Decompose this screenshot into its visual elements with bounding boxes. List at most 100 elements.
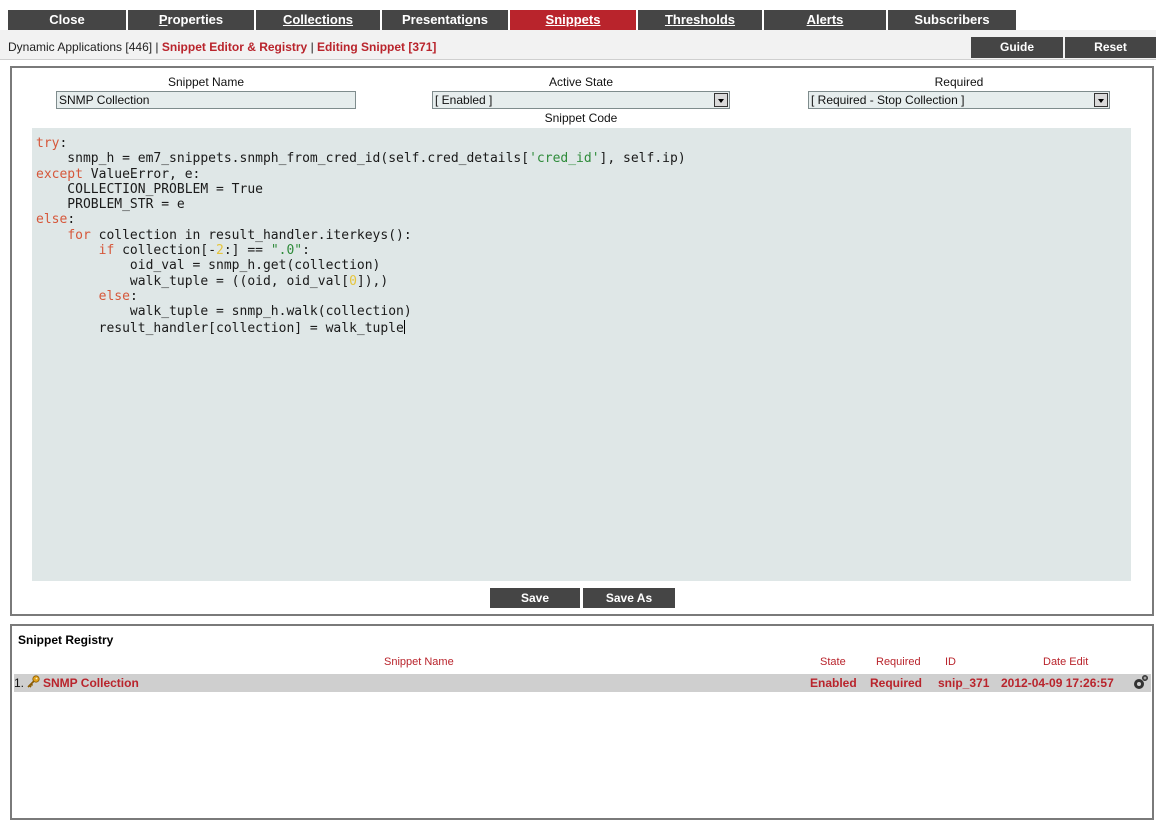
registry-title: Snippet Registry	[18, 633, 114, 647]
code-token: :] ==	[223, 243, 271, 259]
dropdown-arrow-icon[interactable]	[714, 93, 728, 107]
code-line: else:	[36, 212, 1127, 227]
breadcrumb: Dynamic Applications [446] | Snippet Edi…	[8, 40, 436, 54]
snippet-registry-panel: Snippet Registry Snippet Name State Requ…	[10, 624, 1154, 820]
code-token: oid_val = snmp_h.get(collection)	[36, 258, 381, 274]
code-token: :	[67, 212, 76, 228]
code-token: ValueError, e:	[82, 166, 201, 182]
save-as-button[interactable]: Save As	[583, 588, 675, 608]
column-header-date-edit[interactable]: Date Edit	[1043, 656, 1088, 668]
code-line: except ValueError, e:	[36, 167, 1127, 182]
required-label: Required	[934, 75, 984, 89]
row-required: Required	[870, 676, 923, 690]
tab-collections[interactable]: Collections	[256, 10, 382, 30]
snippet-name-label: Snippet Name	[167, 75, 245, 89]
tab-label: ns	[472, 12, 488, 27]
required-select[interactable]: [ Required - Stop Collection ]	[808, 91, 1110, 109]
code-token: 2	[216, 243, 224, 259]
tab-close[interactable]: Close	[8, 10, 128, 30]
code-line: snmp_h = em7_snippets.snmph_from_cred_id…	[36, 151, 1127, 166]
key-icon[interactable]	[26, 675, 40, 689]
tab-label: ollections	[292, 12, 354, 27]
code-line: if collection[-2:] == ".0":	[36, 243, 1127, 258]
tab-label: Presentati	[402, 12, 465, 27]
active-state-label: Active State	[548, 75, 614, 89]
row-index: 1.	[14, 676, 25, 690]
column-header-required[interactable]: Required	[876, 656, 921, 668]
code-token: for	[67, 227, 91, 243]
row-state: Enabled	[810, 676, 857, 690]
code-line: walk_tuple = snmp_h.walk(collection)	[36, 304, 1127, 319]
code-token: :	[129, 288, 138, 304]
code-token: try	[36, 136, 60, 151]
tab-label: roperties	[167, 12, 224, 27]
row-date-edit: 2012-04-09 17:26:57	[1001, 676, 1114, 690]
dropdown-arrow-icon[interactable]	[1094, 93, 1108, 107]
snippet-name-input[interactable]	[56, 91, 356, 109]
snippet-name-link[interactable]: SNMP Collection	[43, 676, 139, 690]
tab-presentations[interactable]: Presentations	[382, 10, 510, 30]
snippet-code-editor[interactable]: try: snmp_h = em7_snippets.snmph_from_cr…	[32, 128, 1131, 581]
tab-label: Close	[49, 12, 85, 27]
tab-alerts[interactable]: Alerts	[764, 10, 888, 30]
guide-button[interactable]: Guide	[971, 37, 1063, 58]
code-line: for collection in result_handler.iterkey…	[36, 228, 1127, 243]
column-header-snippet-name[interactable]: Snippet Name	[384, 656, 454, 668]
code-token: PROBLEM_STR = e	[36, 197, 185, 213]
code-line: oid_val = snmp_h.get(collection)	[36, 258, 1127, 273]
code-token: 'cred_id'	[529, 151, 600, 167]
breadcrumb-section[interactable]: Snippet Editor & Registry	[162, 40, 307, 54]
tab-accel: P	[158, 12, 168, 27]
active-state-select[interactable]: [ Enabled ]	[432, 91, 730, 109]
save-button[interactable]: Save	[490, 588, 580, 608]
code-line: walk_tuple = ((oid, oid_val[0]),)	[36, 274, 1127, 289]
gear-icon[interactable]	[1131, 674, 1149, 692]
code-token: walk_tuple = snmp_h.walk(collection)	[36, 304, 412, 320]
tab-bar-filler	[1016, 10, 1156, 30]
required-value: [ Required - Stop Collection ]	[811, 93, 965, 107]
tab-label: hresholds	[672, 12, 736, 27]
snippet-editor-panel: Snippet Name Active State [ Enabled ] Re…	[10, 66, 1154, 616]
tab-snippets[interactable]: Snippets	[510, 10, 638, 30]
code-token: walk_tuple = ((oid, oid_val[	[36, 273, 350, 289]
code-token: :	[302, 243, 310, 259]
tab-accel: A	[806, 12, 816, 27]
code-line: PROBLEM_STR = e	[36, 197, 1127, 212]
tab-accel: C	[282, 12, 293, 27]
row-id: snip_371	[938, 676, 990, 690]
code-line: COLLECTION_PROBLEM = True	[36, 182, 1127, 197]
tab-label: nippets	[554, 12, 601, 27]
breadcrumb-root[interactable]: Dynamic Applications [446] |	[8, 40, 162, 54]
code-token: if	[98, 243, 115, 259]
code-token: result_handler[collection] = walk_tuple	[36, 320, 404, 336]
code-token: 0	[349, 273, 357, 289]
code-token: snmp_h = em7_snippets.snmph_from_cred_id…	[36, 151, 530, 167]
tab-label: lerts	[815, 12, 844, 27]
table-row[interactable]: 1. SNMP Collection Enabled Required snip…	[14, 674, 1151, 692]
code-token: ], self.ip)	[599, 151, 686, 167]
reset-button[interactable]: Reset	[1065, 37, 1156, 58]
active-state-value: [ Enabled ]	[435, 93, 493, 107]
tab-accel: o	[464, 12, 473, 27]
code-token: collection in result_handler.iterkeys():	[90, 227, 412, 243]
code-line: result_handler[collection] = walk_tuple	[36, 319, 1127, 336]
code-token: collection[-	[114, 243, 217, 259]
tab-bar: Close Properties Collections Presentatio…	[0, 0, 1156, 30]
column-header-id[interactable]: ID	[945, 656, 956, 668]
text-cursor	[403, 319, 405, 334]
tab-properties[interactable]: Properties	[128, 10, 256, 30]
tab-subscribers[interactable]: Subscribers	[888, 10, 1016, 30]
tab-accel: T	[664, 12, 673, 27]
code-token: ]),)	[356, 273, 389, 289]
code-line: else:	[36, 289, 1127, 304]
code-line: try:	[36, 136, 1127, 151]
code-token: :	[59, 136, 68, 151]
column-header-state[interactable]: State	[820, 656, 846, 668]
code-token: else	[98, 288, 130, 304]
tab-thresholds[interactable]: Thresholds	[638, 10, 764, 30]
code-token: ".0"	[270, 243, 303, 259]
tab-accel: S	[545, 12, 555, 27]
